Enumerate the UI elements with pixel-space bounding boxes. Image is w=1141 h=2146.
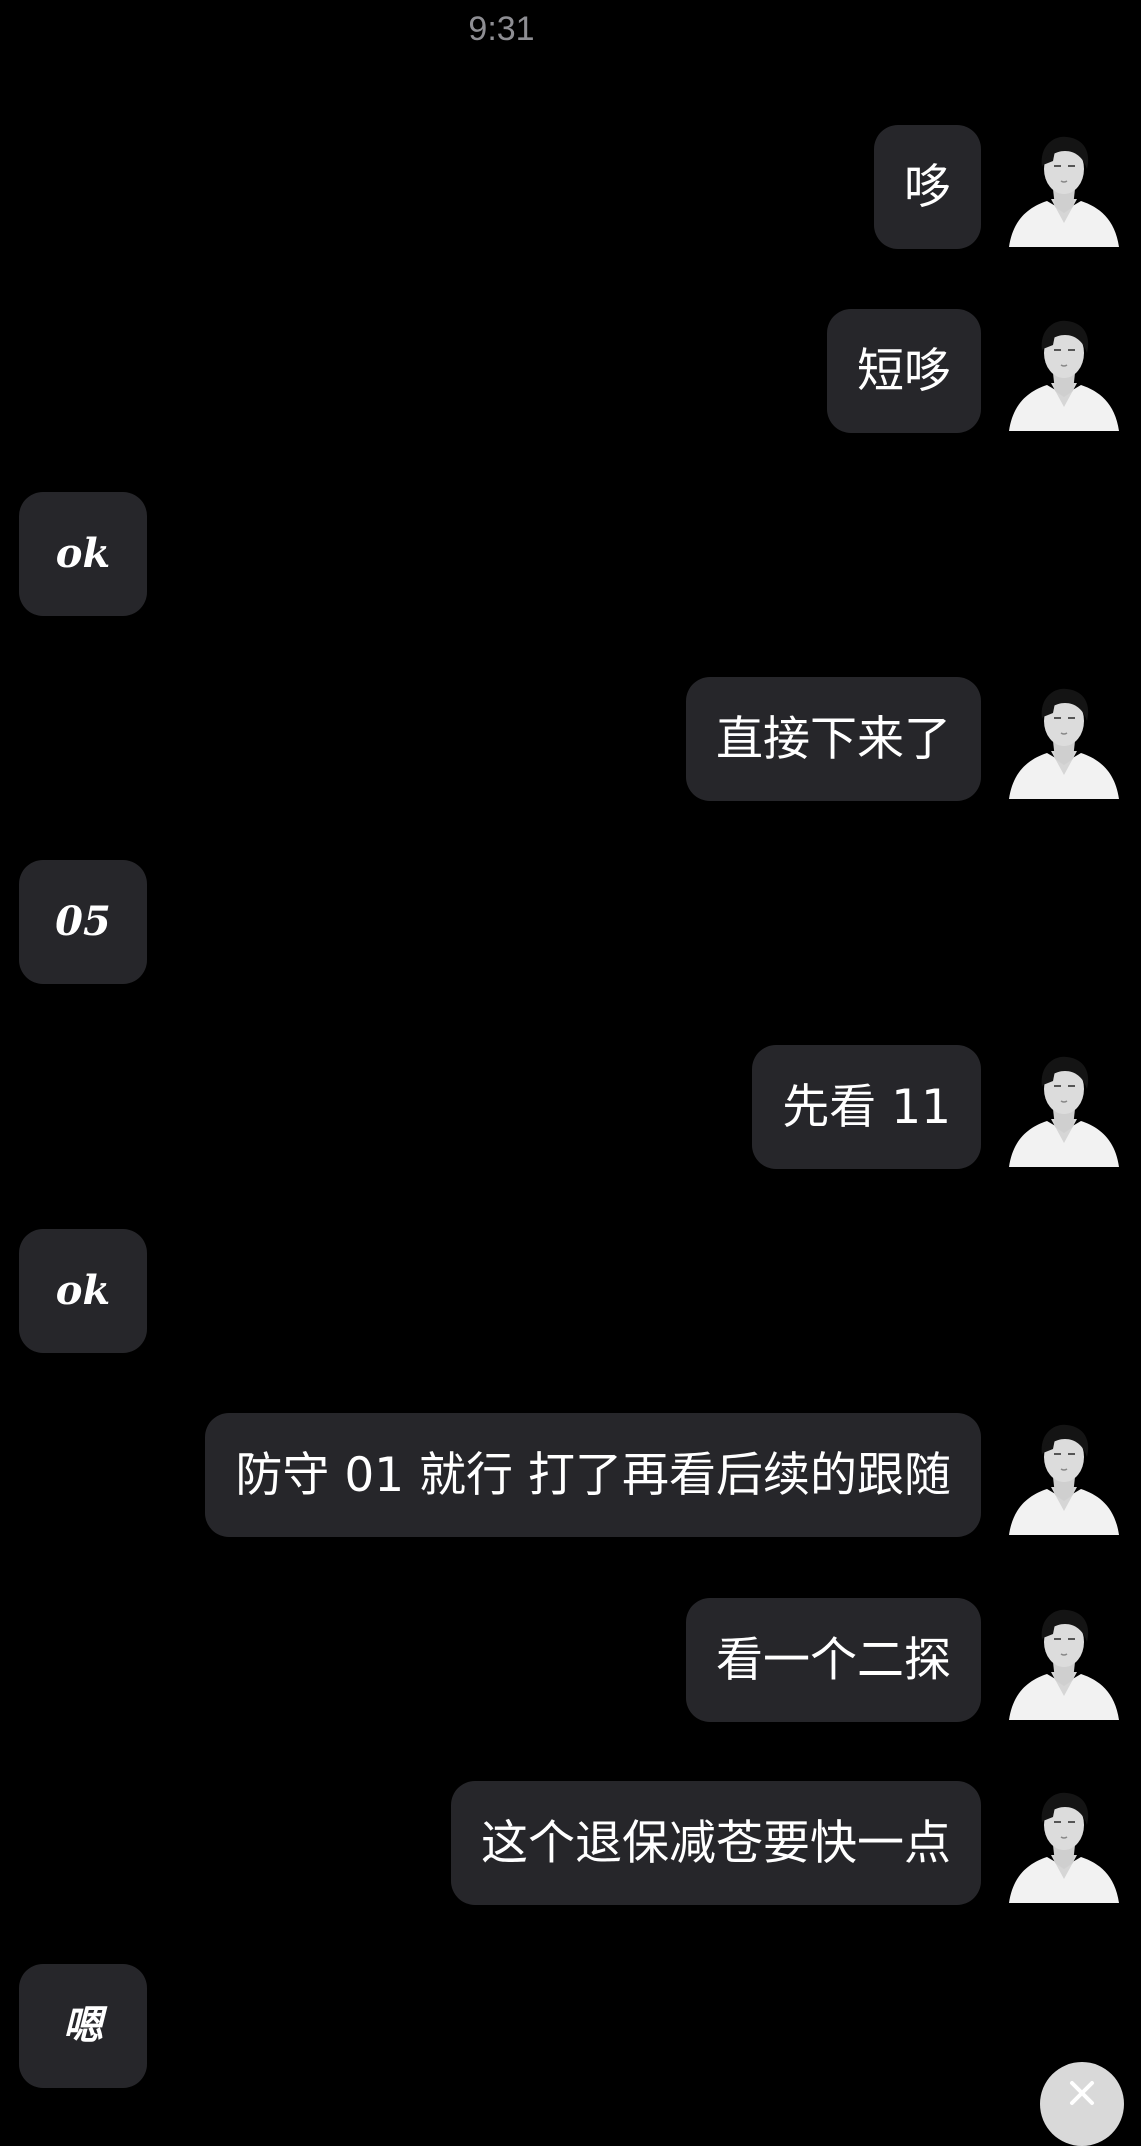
avatar[interactable]	[1009, 1415, 1119, 1535]
avatar-portrait-icon	[1009, 311, 1119, 431]
avatar-portrait-icon	[1009, 679, 1119, 799]
message-bubble[interactable]: 先看 11	[752, 1045, 981, 1169]
avatar[interactable]	[1009, 127, 1119, 247]
avatar[interactable]	[1009, 679, 1119, 799]
sent-message: 先看 11	[752, 1045, 1119, 1169]
received-message: ok	[19, 492, 147, 616]
avatar-portrait-icon	[1009, 1600, 1119, 1720]
close-icon	[1070, 2081, 1094, 2105]
avatar-portrait-icon	[1009, 1783, 1119, 1903]
sent-message: 看一个二探	[686, 1598, 1119, 1722]
message-bubble[interactable]: 这个退保减苍要快一点	[451, 1781, 981, 1905]
avatar-portrait-icon	[1009, 1047, 1119, 1167]
message-bubble[interactable]: 05	[19, 860, 147, 984]
message-bubble[interactable]: 看一个二探	[686, 1598, 981, 1722]
message-bubble[interactable]: 嗯	[19, 1964, 147, 2088]
avatar[interactable]	[1009, 1600, 1119, 1720]
message-bubble[interactable]: 短哆	[827, 309, 981, 433]
avatar-portrait-icon	[1009, 127, 1119, 247]
message-bubble[interactable]: 直接下来了	[686, 677, 981, 801]
close-button[interactable]	[1040, 2062, 1124, 2146]
avatar[interactable]	[1009, 1047, 1119, 1167]
sent-message: 短哆	[827, 309, 1119, 433]
sent-message: 防守 01 就行 打了再看后续的跟随	[205, 1413, 1119, 1537]
received-message: 05	[19, 860, 147, 984]
message-bubble[interactable]: ok	[19, 1229, 147, 1353]
message-bubble[interactable]: ok	[19, 492, 147, 616]
received-message: 嗯	[19, 1964, 147, 2088]
avatar[interactable]	[1009, 311, 1119, 431]
sent-message: 哆	[874, 125, 1119, 249]
message-bubble[interactable]: 防守 01 就行 打了再看后续的跟随	[205, 1413, 981, 1537]
sent-message: 这个退保减苍要快一点	[451, 1781, 1119, 1905]
received-message: ok	[19, 1229, 147, 1353]
message-bubble[interactable]: 哆	[874, 125, 981, 249]
avatar-portrait-icon	[1009, 1415, 1119, 1535]
avatar[interactable]	[1009, 1783, 1119, 1903]
timestamp: 9:31	[468, 10, 535, 48]
sent-message: 直接下来了	[686, 677, 1119, 801]
